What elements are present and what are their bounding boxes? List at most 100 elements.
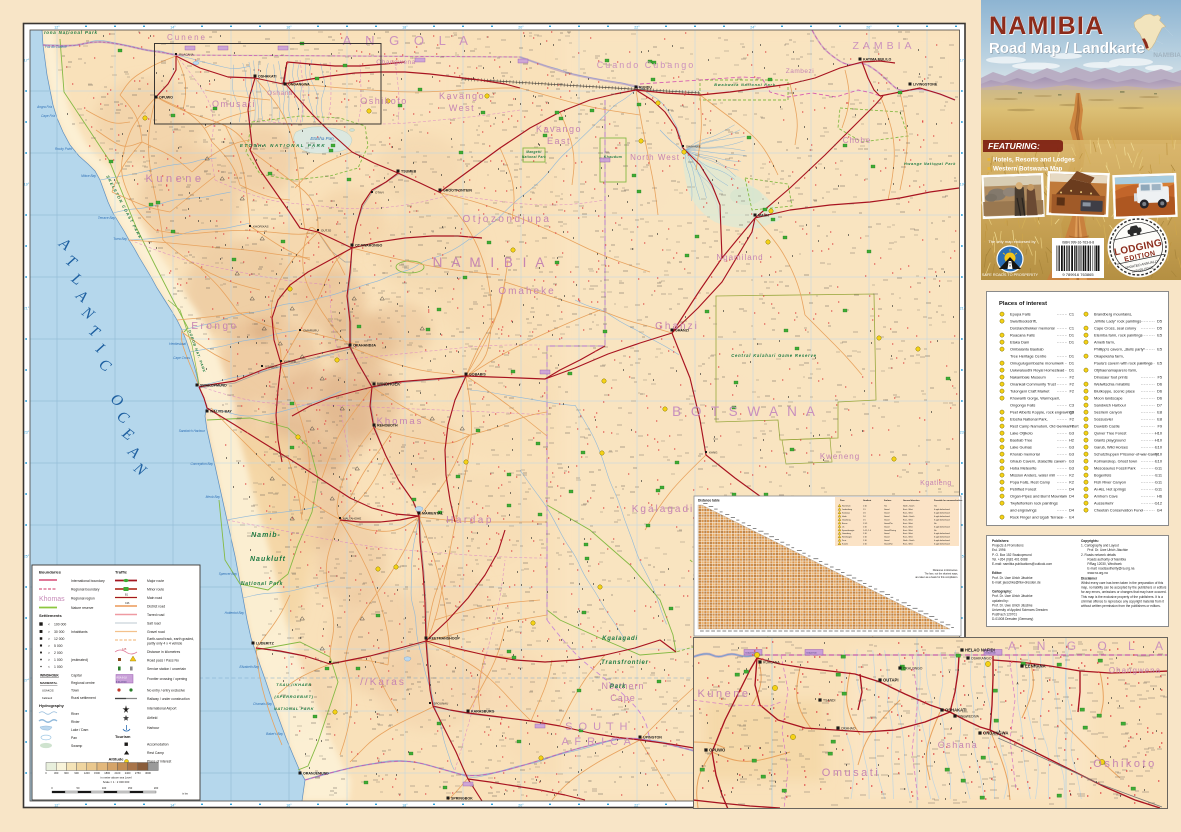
svg-text:900: 900: [74, 771, 79, 775]
svg-text:1:10: 1:10: [863, 506, 867, 508]
svg-text:in meter above sea Level: in meter above sea Level: [100, 776, 132, 780]
svg-text:Salt road: Salt road: [147, 622, 161, 626]
svg-text:OUTJO: OUTJO: [321, 229, 332, 233]
svg-text:5 000: 5 000: [54, 644, 63, 648]
svg-text:Spencer Bay: Spencer Bay: [219, 572, 238, 576]
svg-text:Us: Us: [842, 526, 844, 528]
svg-text:Huab: Huab: [842, 516, 847, 518]
svg-text:Minor route: Minor route: [147, 588, 164, 592]
svg-text:River: River: [71, 712, 80, 716]
svg-text:6:00-18:00: 6:00-18:00: [116, 682, 127, 684]
svg-text:B O T S W A N A: B O T S W A N A: [672, 404, 818, 419]
svg-text:Popa Falls, Rest Camp: Popa Falls, Rest Camp: [1010, 480, 1050, 485]
svg-text:No: No: [934, 530, 936, 532]
svg-text:2400: 2400: [125, 771, 131, 775]
svg-text:General direction: General direction: [903, 499, 920, 502]
svg-text:MARIENTAL: MARIENTAL: [40, 681, 58, 685]
svg-text:Hentiesbaai: Hentiesbaai: [169, 342, 186, 346]
svg-text:D4: D4: [1069, 494, 1075, 499]
svg-text:100: 100: [102, 786, 107, 790]
svg-text:E5: E5: [1157, 333, 1162, 338]
svg-text:20°: 20°: [518, 26, 524, 30]
svg-text:Okapekaha farm,: Okapekaha farm,: [1094, 354, 1124, 359]
svg-text:2750: 2750: [135, 771, 141, 775]
svg-text:Swartbooisdrift,: Swartbooisdrift,: [1010, 319, 1037, 324]
svg-text:Prof. Dr. Uwe Ulrich Jäschke: Prof. Dr. Uwe Ulrich Jäschke: [1087, 548, 1128, 552]
svg-text:18°: 18°: [402, 26, 408, 30]
svg-text:Oshana: Oshana: [938, 740, 979, 750]
svg-text:1:10: 1:10: [863, 526, 867, 528]
svg-text:>: >: [48, 658, 50, 662]
svg-text:Rock Finger and Ugab Terrace: Rock Finger and Ugab Terrace: [1010, 515, 1063, 520]
svg-text:FEATURING:: FEATURING:: [988, 141, 1040, 151]
svg-text:LUDERITZ: LUDERITZ: [256, 642, 275, 646]
svg-text:Hydrography: Hydrography: [39, 703, 65, 708]
svg-text:and engravings: and engravings: [1010, 508, 1037, 513]
svg-text:Places of interest: Places of interest: [999, 301, 1047, 307]
svg-text:Kgalagadi: Kgalagadi: [602, 636, 638, 642]
svg-text:(SPERRGEBIET): (SPERRGEBIET): [274, 694, 313, 699]
svg-text:West: West: [449, 103, 475, 113]
svg-text:19°: 19°: [960, 183, 966, 187]
svg-text:Red Drum: Red Drum: [842, 505, 851, 508]
svg-text:<: <: [48, 622, 50, 626]
svg-text:27°: 27°: [24, 679, 30, 683]
svg-text:E8: E8: [1157, 417, 1162, 422]
svg-text:OTAVI: OTAVI: [375, 191, 384, 195]
svg-text:Rural settlement: Rural settlement: [71, 696, 96, 700]
svg-text:Khomas: Khomas: [377, 416, 424, 427]
svg-text:Tulongeni Craft Market: Tulongeni Craft Market: [1010, 389, 1050, 394]
svg-text:Rest Camp: Rest Camp: [147, 751, 164, 755]
svg-text:P/Bag 12030, Windhoek: P/Bag 12030, Windhoek: [1087, 562, 1122, 566]
svg-text:1:4.5; 1:6: 1:4.5; 1:6: [863, 530, 871, 532]
svg-text:3000: 3000: [145, 771, 151, 775]
svg-text:Namib-: Namib-: [251, 532, 281, 539]
svg-text:H10: H10: [1155, 438, 1163, 443]
svg-text:Gamsberg: Gamsberg: [842, 532, 851, 535]
svg-text:Khorab memorial: Khorab memorial: [1010, 452, 1040, 457]
svg-text:D5: D5: [1157, 326, 1162, 331]
svg-text:SHAKAWE: SHAKAWE: [686, 145, 701, 149]
svg-text:1800: 1800: [104, 771, 110, 775]
svg-text:Yes: Yes: [884, 506, 887, 508]
svg-text:24°: 24°: [750, 26, 756, 30]
svg-text:criminal offence to reproduce: criminal offence to reproduce any copyri…: [1081, 599, 1164, 603]
svg-text:23°: 23°: [24, 431, 30, 435]
svg-text:East - West: East - West: [903, 525, 913, 528]
svg-text:MARIENTAL: MARIENTAL: [422, 512, 444, 516]
svg-text:ETOSHA NATIONAL PARK: ETOSHA NATIONAL PARK: [240, 143, 326, 148]
svg-text:Ngamiland: Ngamiland: [716, 253, 763, 262]
svg-text:ONDANGWA: ONDANGWA: [983, 731, 1008, 736]
svg-text:F2: F2: [1069, 382, 1074, 387]
svg-text:Otjozondjupa: Otjozondjupa: [463, 214, 552, 225]
svg-text:F10: F10: [1155, 452, 1163, 457]
svg-text:Ohangwena: Ohangwena: [1109, 666, 1161, 675]
svg-text:1:3.5: 1:3.5: [863, 523, 867, 525]
svg-text:Prof. Dr. Uwe Ulrich Jäschke: Prof. Dr. Uwe Ulrich Jäschke: [992, 576, 1033, 580]
svg-text:RUACANA: RUACANA: [763, 661, 780, 665]
svg-text:Baobab Tree: Baobab Tree: [1010, 438, 1032, 443]
svg-text:are taken as a basis for this: are taken as a basis for this compilatio…: [915, 576, 958, 579]
svg-text:Spreetshoogte: Spreetshoogte: [842, 529, 854, 532]
svg-text:Kavango: Kavango: [439, 91, 485, 101]
svg-text:Arnhem Cave: Arnhem Cave: [1094, 494, 1118, 499]
svg-text:600: 600: [64, 771, 69, 775]
svg-text:Ai-Ais, Hot springs: Ai-Ais, Hot springs: [1094, 487, 1126, 492]
svg-text:Fish River Canyon: Fish River Canyon: [1094, 480, 1126, 485]
svg-text:GROUNAU: GROUNAU: [433, 702, 448, 706]
svg-text:KHORIXAS: KHORIXAS: [253, 225, 269, 229]
svg-text:Scale = 1 : 2 000 000: Scale = 1 : 2 000 000: [103, 780, 130, 784]
svg-text:Cape Fria: Cape Fria: [41, 114, 55, 118]
svg-text:East: East: [547, 136, 571, 146]
svg-text:Nature reserve: Nature reserve: [71, 606, 94, 610]
svg-text:16°: 16°: [286, 26, 292, 30]
svg-text:North - South: North - South: [903, 505, 914, 508]
svg-text:Quiver Tree Forest: Quiver Tree Forest: [1094, 431, 1127, 436]
svg-text:Omaheke: Omaheke: [498, 286, 555, 297]
svg-text:G3: G3: [1069, 466, 1074, 471]
svg-text:C1: C1: [1069, 326, 1074, 331]
svg-text:Meob Bay: Meob Bay: [206, 495, 221, 499]
svg-text:G3: G3: [1069, 459, 1074, 464]
svg-text:25°: 25°: [24, 555, 30, 559]
svg-text:Erongo: Erongo: [191, 321, 238, 332]
